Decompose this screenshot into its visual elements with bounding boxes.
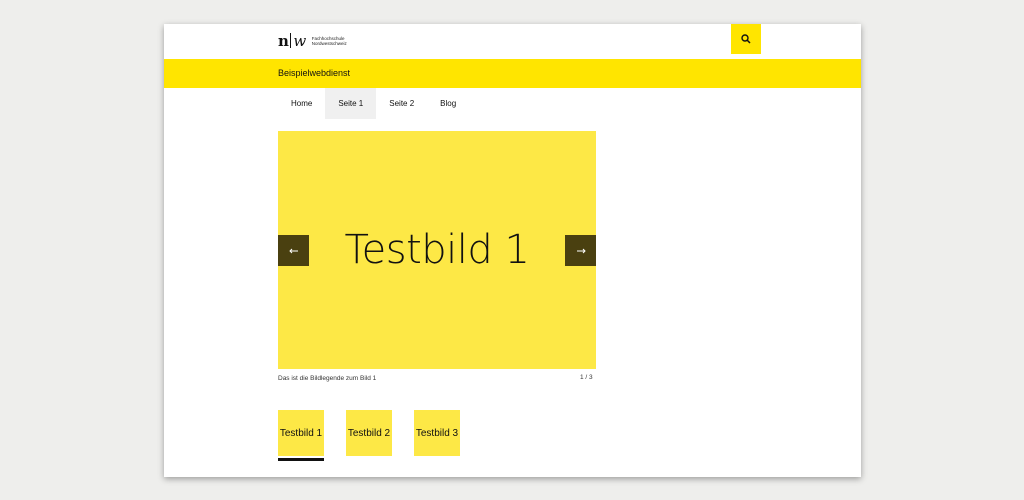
logo-mark: nw	[278, 33, 306, 49]
image-slider: Testbild 1	[278, 131, 596, 369]
arrow-right-icon	[576, 248, 586, 253]
nav-item-seite-2[interactable]: Seite 2	[376, 88, 427, 119]
top-header: nw Fachhochschule Nordwestschweiz	[164, 24, 861, 59]
logo-letter-w: w	[293, 32, 306, 50]
arrow-left-icon	[288, 248, 298, 253]
nav-item-home[interactable]: Home	[278, 88, 325, 119]
thumbnail-strip: Testbild 1 Testbild 2 Testbild 3	[278, 410, 482, 461]
logo-letter-n: n	[278, 32, 289, 50]
logo-text: Fachhochschule Nordwestschweiz	[312, 36, 347, 46]
nav-item-seite-1[interactable]: Seite 1	[325, 88, 377, 119]
site-title[interactable]: Beispielwebdienst	[278, 68, 350, 78]
search-button[interactable]	[731, 24, 761, 54]
slider-prev-button[interactable]	[278, 235, 309, 266]
slide-text: Testbild 1	[344, 227, 530, 273]
browser-window: nw Fachhochschule Nordwestschweiz Beispi…	[164, 24, 861, 477]
nav-item-blog[interactable]: Blog	[427, 88, 469, 119]
slide-caption: Das ist die Bildlegende zum Bild 1	[278, 375, 377, 382]
logo-divider	[290, 33, 292, 48]
site-title-bar: Beispielwebdienst	[164, 59, 861, 88]
search-icon	[741, 34, 751, 44]
slider-next-button[interactable]	[565, 235, 596, 266]
slide-counter: 1 / 3	[580, 374, 593, 381]
main-navigation: Home Seite 1 Seite 2 Blog	[278, 88, 469, 119]
logo-line-2: Nordwestschweiz	[311, 41, 347, 46]
thumbnail-1[interactable]: Testbild 1	[278, 410, 324, 461]
fhnw-logo[interactable]: nw Fachhochschule Nordwestschweiz	[278, 33, 347, 49]
thumbnail-2[interactable]: Testbild 2	[346, 410, 392, 456]
thumbnail-3[interactable]: Testbild 3	[414, 410, 460, 456]
